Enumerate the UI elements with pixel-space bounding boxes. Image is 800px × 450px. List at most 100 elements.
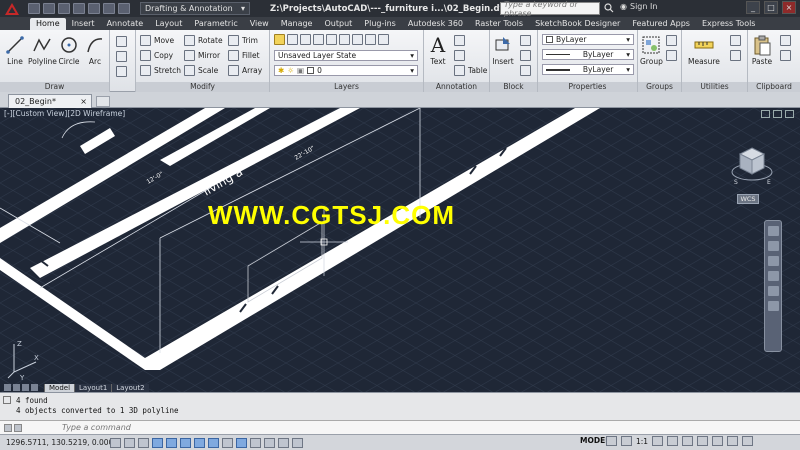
isolate-objects-icon[interactable] xyxy=(727,436,739,446)
ducs-toggle[interactable] xyxy=(222,437,233,448)
steering-wheel-icon[interactable] xyxy=(767,226,779,236)
clean-screen-icon[interactable] xyxy=(742,436,754,446)
cut-tool[interactable] xyxy=(780,35,791,46)
arc-button[interactable]: Arc xyxy=(84,33,106,66)
trim-button[interactable]: Trim xyxy=(228,35,258,46)
layer-properties-icon[interactable] xyxy=(274,34,285,45)
workspace-switch-icon[interactable] xyxy=(682,436,694,446)
ribbon-tab-sketchbook-designer[interactable]: SketchBook Designer xyxy=(529,18,626,30)
insert-button[interactable]: Insert xyxy=(492,33,514,66)
search-input[interactable]: Type a keyword or phrase xyxy=(500,0,600,18)
cursor-coordinates[interactable]: 1296.5711, 130.5219, 0.0000 xyxy=(0,438,118,447)
maximize-button[interactable]: □ xyxy=(764,1,778,14)
command-close-icon[interactable] xyxy=(3,396,11,404)
next-layout-icon[interactable] xyxy=(22,384,29,391)
new-icon[interactable] xyxy=(28,3,40,14)
transparency-toggle[interactable] xyxy=(264,437,275,448)
quick-view-drawings-icon[interactable] xyxy=(621,436,632,446)
plot-icon[interactable] xyxy=(88,3,100,14)
move-button[interactable]: Move xyxy=(140,35,174,46)
calculator-tool[interactable] xyxy=(730,50,741,61)
create-block-tool[interactable] xyxy=(520,35,531,46)
open-icon[interactable] xyxy=(43,3,55,14)
layer-previous-icon[interactable] xyxy=(352,34,363,45)
panel-title-modify[interactable]: Modify xyxy=(136,82,269,92)
panel-title-utilities[interactable]: Utilities xyxy=(682,82,747,92)
panel-title-block[interactable]: Block xyxy=(490,82,537,92)
layout-tab-layout2[interactable]: Layout2 xyxy=(111,384,149,392)
command-recent-icon[interactable] xyxy=(14,423,22,432)
ribbon-tab-raster-tools[interactable]: Raster Tools xyxy=(469,18,529,30)
array-button[interactable]: Array xyxy=(228,65,262,76)
ribbon-tab-layout[interactable]: Layout xyxy=(149,18,188,30)
annotation-visibility-icon[interactable] xyxy=(652,436,664,446)
ribbon-tab-parametric[interactable]: Parametric xyxy=(188,18,243,30)
layer-match-icon[interactable] xyxy=(339,34,350,45)
command-customize-icon[interactable] xyxy=(4,423,12,432)
3d-osnap-toggle[interactable] xyxy=(194,437,205,448)
wcs-menu-button[interactable]: WCS xyxy=(737,194,759,204)
layer-walk-icon[interactable] xyxy=(365,34,376,45)
ribbon-tab-output[interactable]: Output xyxy=(318,18,358,30)
panel-title-annotation[interactable]: Annotation xyxy=(424,82,489,92)
leader-tool[interactable] xyxy=(454,50,465,61)
viewport-restore-icon[interactable] xyxy=(773,110,782,118)
viewport-minimize-icon[interactable] xyxy=(761,110,770,118)
panel-title-clipboard[interactable]: Clipboard xyxy=(748,82,800,92)
search-icon[interactable] xyxy=(604,3,614,13)
drawing-viewport[interactable]: 12'-0" 22'-10" living a [-][Custom View]… xyxy=(0,108,800,392)
stretch-button[interactable]: Stretch xyxy=(140,65,181,76)
polar-toggle[interactable] xyxy=(166,437,177,448)
paste-button[interactable]: Paste xyxy=(751,33,773,66)
polyline-button[interactable]: Polyline xyxy=(28,33,57,66)
navbar-settings-icon[interactable] xyxy=(767,301,779,311)
layout-tab-model[interactable]: Model xyxy=(44,384,75,392)
edit-block-tool[interactable] xyxy=(520,50,531,61)
group-button[interactable]: Group xyxy=(640,33,663,66)
dimension-tool[interactable] xyxy=(454,35,465,46)
first-layout-icon[interactable] xyxy=(4,384,11,391)
orbit-icon[interactable] xyxy=(767,271,779,281)
panel-title-properties[interactable]: Properties xyxy=(538,82,637,92)
osnap-toggle[interactable] xyxy=(180,437,191,448)
snap-toggle[interactable] xyxy=(124,437,135,448)
panel-title-groups[interactable]: Groups xyxy=(638,82,681,92)
zoom-icon[interactable] xyxy=(767,256,779,266)
ribbon-tab-express-tools[interactable]: Express Tools xyxy=(696,18,762,30)
layout-tab-layout1[interactable]: Layout1 xyxy=(74,384,112,392)
close-button[interactable]: × xyxy=(782,1,796,14)
annotation-scale[interactable]: 1:1 xyxy=(636,437,648,446)
ribbon-tab-insert[interactable]: Insert xyxy=(66,18,101,30)
selection-cycling-toggle[interactable] xyxy=(292,437,303,448)
viewport-controls-label[interactable]: [-][Custom View][2D Wireframe] xyxy=(4,109,125,118)
line-button[interactable]: Line xyxy=(4,33,26,66)
fillet-button[interactable]: Fillet xyxy=(228,50,260,61)
lineweight-toggle[interactable] xyxy=(250,437,261,448)
close-icon[interactable]: × xyxy=(80,95,87,108)
ribbon-tab-autodesk-360[interactable]: Autodesk 360 xyxy=(402,18,469,30)
hatch-tool[interactable] xyxy=(116,51,127,62)
layer-lock-icon[interactable] xyxy=(326,34,337,45)
workspace-dropdown[interactable]: Drafting & Annotation ▾ xyxy=(140,2,250,15)
layer-merge-icon[interactable] xyxy=(378,34,389,45)
ribbon-tab-home[interactable]: Home xyxy=(30,18,66,30)
ribbon-tab-annotate[interactable]: Annotate xyxy=(101,18,150,30)
linetype-dropdown[interactable]: ByLayer ▾ xyxy=(542,49,634,60)
command-input[interactable] xyxy=(62,421,800,434)
save-as-icon[interactable] xyxy=(73,3,85,14)
circle-button[interactable]: Circle xyxy=(58,33,80,66)
rectangle-tool[interactable] xyxy=(116,36,127,47)
file-tab-02-begin[interactable]: 02_Begin* × xyxy=(8,94,92,108)
infer-constraints-toggle[interactable] xyxy=(110,437,121,448)
current-layer-dropdown[interactable]: ✱ ☼ ▣ 0 ▾ xyxy=(274,65,418,76)
table-button[interactable]: Table xyxy=(454,65,487,76)
measure-button[interactable]: Measure xyxy=(688,33,720,66)
prev-layout-icon[interactable] xyxy=(13,384,20,391)
ribbon-tab-view[interactable]: View xyxy=(244,18,275,30)
panel-title-draw[interactable]: Draw xyxy=(0,82,109,92)
quick-view-layouts-icon[interactable] xyxy=(606,436,617,446)
auto-scale-icon[interactable] xyxy=(667,436,679,446)
ribbon-tab-manage[interactable]: Manage xyxy=(275,18,319,30)
redo-icon[interactable] xyxy=(118,3,130,14)
undo-icon[interactable] xyxy=(103,3,115,14)
